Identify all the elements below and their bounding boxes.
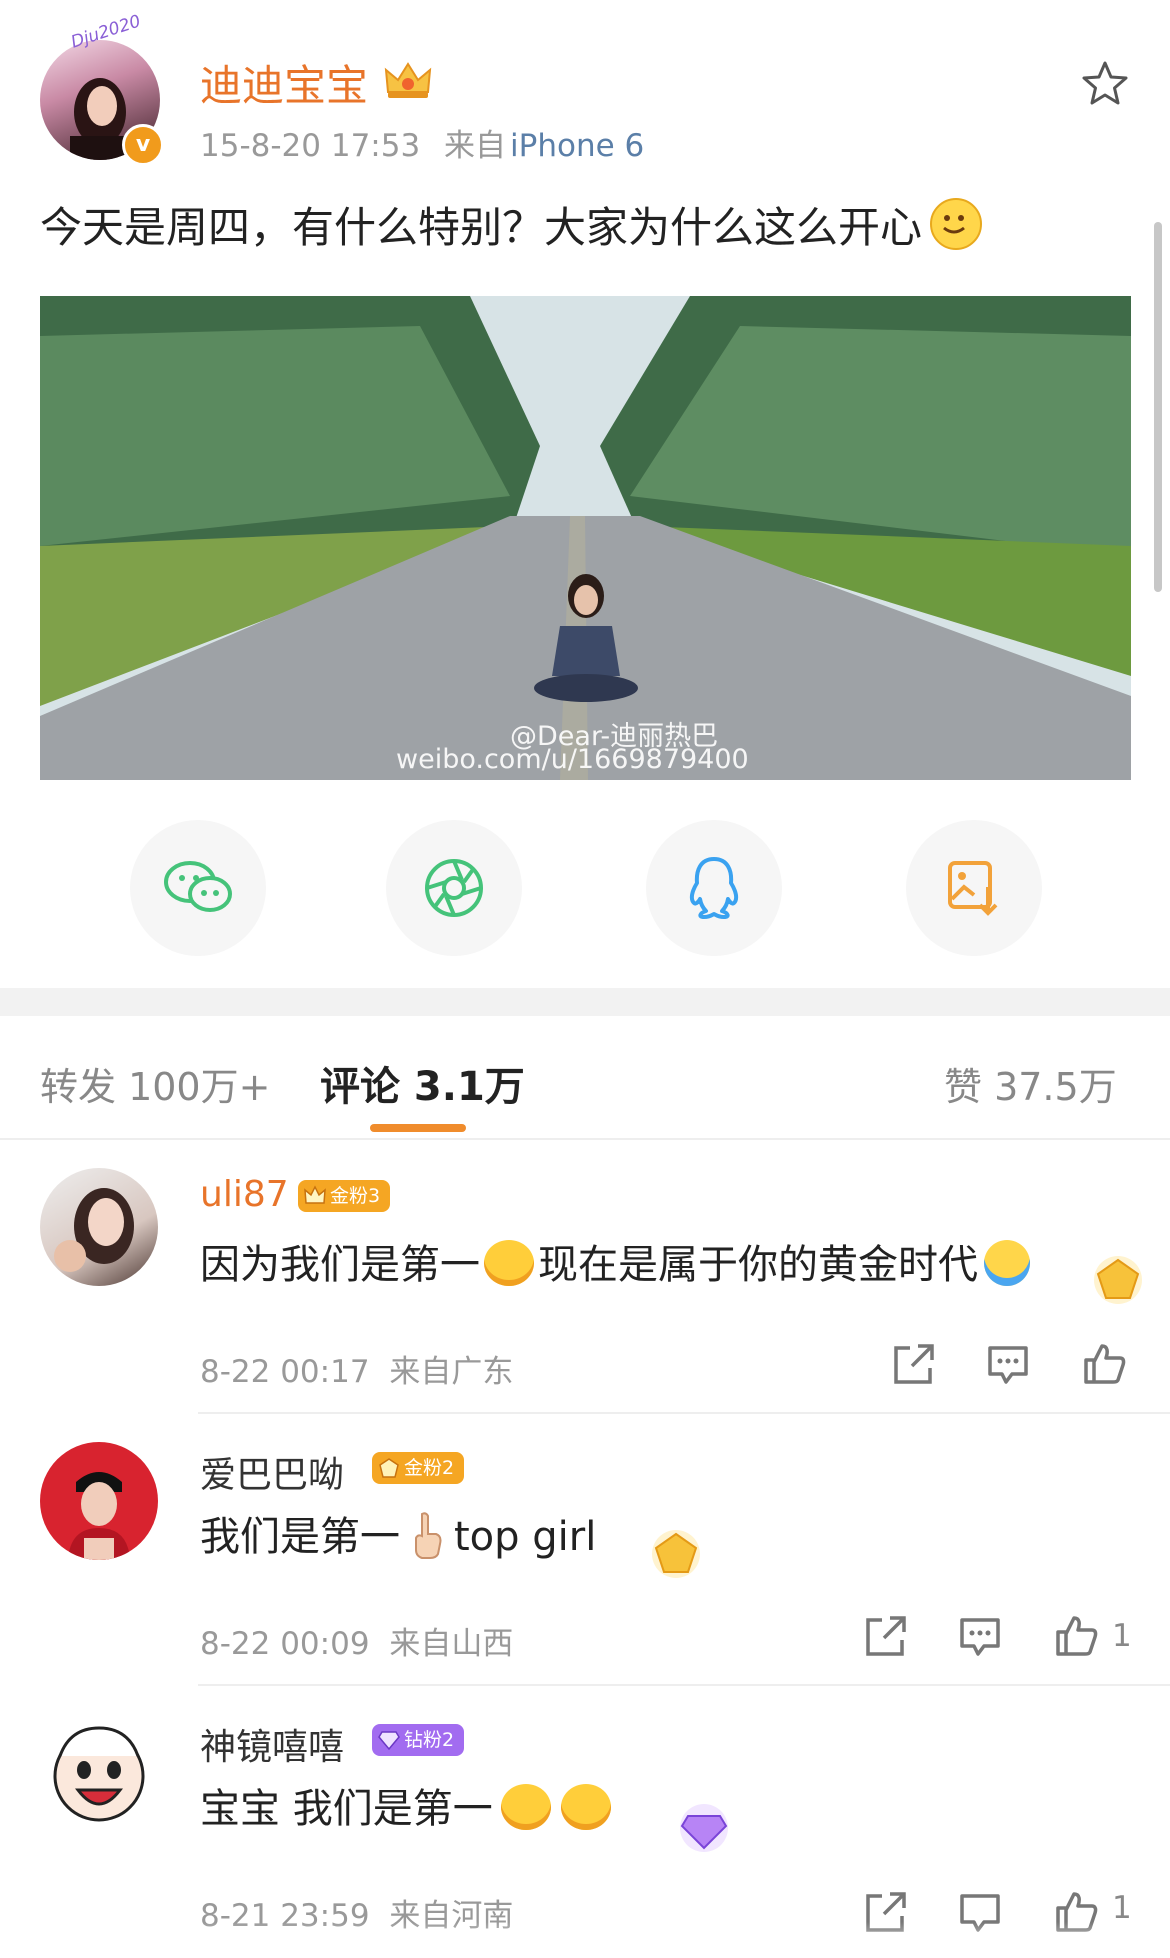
comment-username[interactable]: uli87 bbox=[200, 1174, 289, 1215]
post-text-content: 今天是周四，有什么特别？大家为什么这么开心 bbox=[40, 203, 923, 252]
image-watermark-url: weibo.com/u/1669879400 bbox=[396, 744, 749, 775]
comment-avatar[interactable] bbox=[40, 1168, 158, 1286]
comment-username[interactable]: 神镜嘻嘻 bbox=[200, 1718, 344, 1770]
gold-gem-icon bbox=[379, 1458, 399, 1478]
fan-level-text: 钻粉2 bbox=[404, 1729, 455, 1751]
avatar-portrait-icon bbox=[54, 1188, 134, 1272]
crying-laugh-emoji-icon bbox=[500, 1784, 551, 1830]
qq-icon bbox=[689, 857, 739, 919]
crown-icon bbox=[304, 1185, 326, 1204]
crying-laugh-emoji-icon bbox=[560, 1784, 611, 1830]
fan-level-text: 金粉3 bbox=[330, 1185, 381, 1207]
save-image-icon bbox=[948, 861, 998, 916]
share-qq-button[interactable] bbox=[646, 820, 782, 956]
smile-emoji-icon bbox=[930, 198, 983, 250]
thumbs-up-icon bbox=[1084, 1344, 1126, 1384]
comment-icon bbox=[960, 1618, 1000, 1656]
reply-comment-button[interactable] bbox=[956, 1612, 1004, 1660]
comment-icon bbox=[988, 1346, 1028, 1384]
fan-level-text: 金粉2 bbox=[404, 1457, 455, 1479]
tab-likes[interactable]: 赞 37.5万 bbox=[944, 1056, 1117, 1111]
gold-gem-decoration-icon bbox=[646, 1526, 706, 1582]
diamond-icon bbox=[378, 1731, 400, 1751]
comment-text-a: 宝宝 我们是第一 bbox=[200, 1786, 493, 1832]
fan-level-badge: 金粉2 bbox=[372, 1452, 465, 1484]
comment-text-a: 因为我们是第一 bbox=[200, 1242, 480, 1288]
avatar-portrait-icon bbox=[68, 1472, 130, 1560]
comment-text: 因为我们是第一 现在是属于你的黄金时代 bbox=[200, 1232, 1030, 1290]
post-image[interactable]: @Dear-迪丽热巴 weibo.com/u/1669879400 bbox=[40, 296, 1131, 780]
share-wechat-button[interactable] bbox=[130, 820, 266, 956]
tab-reposts[interactable]: 转发 100万+ bbox=[40, 1056, 270, 1111]
comment-avatar[interactable] bbox=[40, 1442, 158, 1560]
verified-badge-icon: v bbox=[122, 124, 164, 166]
post-text: 今天是周四，有什么特别？大家为什么这么开心 bbox=[40, 194, 983, 255]
reply-comment-button[interactable] bbox=[984, 1340, 1032, 1388]
save-image-button[interactable] bbox=[906, 820, 1042, 956]
tab-comments[interactable]: 评论 3.1万 bbox=[320, 1054, 525, 1112]
bottom-fade bbox=[0, 1922, 1170, 1958]
comment-text: 我们是第一 top girl bbox=[200, 1504, 596, 1562]
comment-username[interactable]: 爱巴巴呦 bbox=[200, 1446, 344, 1498]
share-comment-button[interactable] bbox=[862, 1612, 910, 1660]
tabs-divider bbox=[0, 1138, 1170, 1140]
comment-location: 来自广东 bbox=[389, 1354, 514, 1390]
comment-text-b: 现在是属于你的黄金时代 bbox=[538, 1242, 978, 1288]
cartoon-face-avatar-icon bbox=[53, 1726, 145, 1822]
road-scene-illustration bbox=[40, 296, 1131, 780]
section-separator bbox=[0, 988, 1170, 1016]
comment-meta: 8-22 00:09 来自山西 bbox=[200, 1618, 513, 1663]
comment-avatar[interactable] bbox=[40, 1714, 158, 1832]
comment-divider bbox=[198, 1684, 1170, 1686]
comment-text-b: top girl bbox=[454, 1514, 597, 1560]
gold-gem-decoration-icon bbox=[1088, 1252, 1148, 1308]
fan-level-badge: 金粉3 bbox=[298, 1180, 391, 1212]
like-count: 1 bbox=[1112, 1890, 1132, 1926]
comment-time: 8-22 00:09 bbox=[200, 1626, 370, 1662]
comment-time: 8-22 00:17 bbox=[200, 1354, 370, 1390]
share-icon bbox=[894, 1344, 934, 1384]
moments-icon bbox=[425, 859, 483, 917]
like-count: 1 bbox=[1112, 1618, 1132, 1654]
tab-active-underline bbox=[370, 1124, 466, 1132]
comment-meta: 8-22 00:17 来自广东 bbox=[200, 1346, 513, 1391]
comment-text: 宝宝 我们是第一 bbox=[200, 1776, 611, 1834]
wechat-icon bbox=[164, 861, 232, 912]
author-name[interactable]: 迪迪宝宝 bbox=[200, 52, 368, 113]
post-time: 15-8-20 17:53 bbox=[200, 128, 421, 164]
post-source-prefix: 来自 bbox=[444, 128, 507, 164]
comment-text-a: 我们是第一 bbox=[200, 1514, 400, 1560]
like-comment-button[interactable] bbox=[1080, 1340, 1128, 1388]
scrollbar-thumb[interactable] bbox=[1154, 222, 1162, 592]
comment-location: 来自山西 bbox=[389, 1626, 514, 1662]
share-moments-button[interactable] bbox=[386, 820, 522, 956]
crown-icon bbox=[382, 58, 434, 102]
purple-diamond-decoration-icon bbox=[674, 1800, 734, 1856]
thumbs-up-icon bbox=[1056, 1616, 1098, 1656]
share-comment-button[interactable] bbox=[890, 1340, 938, 1388]
fan-level-badge: 钻粉2 bbox=[372, 1724, 465, 1756]
pointing-finger-emoji-icon bbox=[408, 1510, 446, 1560]
post-source-device[interactable]: iPhone 6 bbox=[510, 128, 644, 164]
like-comment-button[interactable] bbox=[1052, 1612, 1100, 1660]
crying-emoji-icon bbox=[984, 1240, 1030, 1286]
share-icon bbox=[866, 1616, 906, 1656]
crying-laugh-emoji-icon bbox=[484, 1240, 534, 1286]
post-meta: 15-8-20 17:53 来自 iPhone 6 bbox=[200, 120, 644, 165]
favorite-star-icon[interactable] bbox=[1080, 58, 1130, 108]
comment-divider bbox=[198, 1412, 1170, 1414]
